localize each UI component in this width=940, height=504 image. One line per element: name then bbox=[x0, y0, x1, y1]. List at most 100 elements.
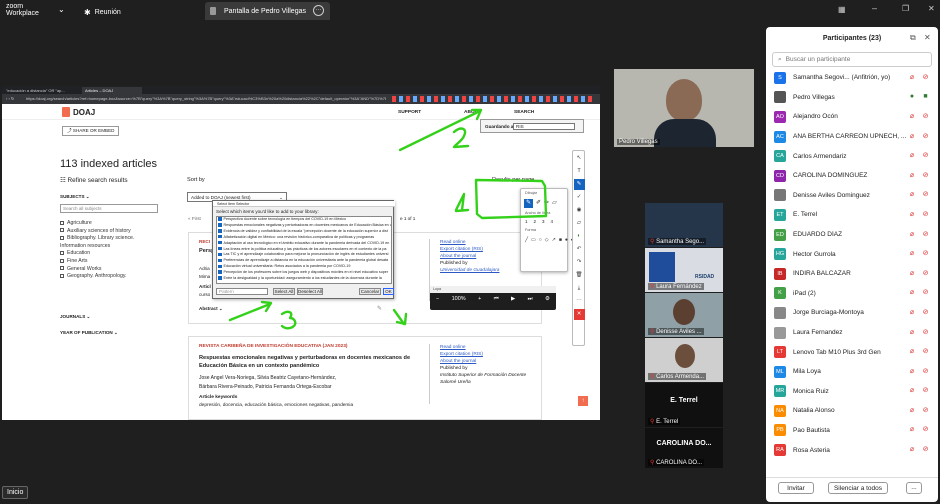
participant-row[interactable]: AO Alejandro Ocón ⌀ ⊘ bbox=[766, 107, 938, 127]
participant-row[interactable]: RA Rosa Asteria ⌀ ⊘ bbox=[766, 440, 938, 460]
participant-row[interactable]: LT Lenovo Tab M10 Plus 3rd Gen ⌀ ⊘ bbox=[766, 342, 938, 362]
participant-face bbox=[666, 79, 702, 121]
minimize-icon[interactable]: – bbox=[872, 3, 877, 13]
start-button[interactable]: Inicio bbox=[2, 486, 29, 499]
divider bbox=[766, 477, 938, 478]
popout-icon[interactable]: ⧉ bbox=[910, 33, 916, 43]
participant-row[interactable]: IB INDIRA BALCÁZAR ⌀ ⊘ bbox=[766, 264, 938, 284]
more-options-icon[interactable]: ··· bbox=[313, 5, 324, 16]
participant-name: Denisse Aviles Dominguez bbox=[793, 191, 870, 199]
camera-off-icon[interactable]: ⊘ bbox=[921, 270, 930, 278]
mic-muted-icon[interactable]: ⌀ bbox=[908, 191, 916, 199]
mic-muted-icon[interactable]: ⌀ bbox=[908, 250, 916, 258]
camera-off-icon[interactable]: ⊘ bbox=[921, 191, 930, 199]
camera-off-icon[interactable]: ⊘ bbox=[921, 446, 930, 454]
participant-row[interactable]: S Samantha Segovi... (Anfitrión, yo) ⌀ ⊘ bbox=[766, 68, 938, 88]
close-icon[interactable]: ✕ bbox=[928, 4, 935, 13]
mic-muted-icon[interactable]: ⌀ bbox=[908, 133, 916, 141]
video-tile-main[interactable]: Pedro Villegas bbox=[614, 69, 754, 147]
mic-muted-icon[interactable]: ⌀ bbox=[908, 270, 916, 278]
close-panel-icon[interactable]: ✕ bbox=[924, 33, 931, 42]
zoom-logo: zoom Workplace bbox=[6, 3, 39, 17]
camera-off-icon[interactable]: ⊘ bbox=[921, 309, 930, 317]
avatar: S bbox=[774, 71, 786, 84]
mic-muted-icon[interactable]: ⌀ bbox=[908, 74, 916, 82]
participant-row[interactable]: KiPad (2) ⌀ ⊘ bbox=[766, 284, 938, 304]
mic-muted-icon[interactable]: ⌀ bbox=[908, 329, 916, 337]
video-tile[interactable]: CAROLINA DO... ⚲ CAROLINA DO... bbox=[645, 428, 723, 468]
participant-name: CAROLINA DOMINGUEZ bbox=[793, 172, 868, 180]
avatar: CA bbox=[774, 150, 786, 163]
mic-on-icon[interactable]: ● bbox=[908, 93, 916, 101]
mic-muted-icon[interactable]: ⌀ bbox=[908, 113, 916, 121]
camera-off-icon[interactable]: ⊘ bbox=[921, 368, 930, 376]
chevron-down-icon[interactable]: ⌄ bbox=[58, 5, 65, 14]
camera-on-icon[interactable]: ■ bbox=[921, 93, 930, 101]
participant-row[interactable]: ML Mila Loya ⌀ ⊘ bbox=[766, 362, 938, 382]
camera-off-icon[interactable]: ⊘ bbox=[921, 426, 930, 434]
avatar: HG bbox=[774, 248, 786, 261]
participant-row[interactable]: Laura Fernandez ⌀ ⊘ bbox=[766, 323, 938, 343]
mic-muted-icon[interactable]: ⌀ bbox=[908, 387, 916, 395]
participant-name: Jorge Burciaga-Montoya bbox=[793, 309, 864, 317]
video-tile[interactable]: ⚲ Carlos Armenda... bbox=[645, 338, 723, 382]
annotation-box bbox=[474, 178, 548, 220]
camera-off-icon[interactable]: ⊘ bbox=[921, 289, 930, 297]
participant-row[interactable]: ET E. Terrel ⌀ ⊘ bbox=[766, 205, 938, 225]
video-tile[interactable]: ⚲ Samantha Sego... bbox=[645, 203, 723, 247]
mute-all-button[interactable]: Silenciar a todos bbox=[828, 482, 888, 494]
camera-off-icon[interactable]: ⊘ bbox=[921, 172, 930, 180]
avatar: K bbox=[774, 287, 786, 300]
participant-row[interactable]: CD CAROLINA DOMINGUEZ ⌀ ⊘ bbox=[766, 166, 938, 186]
mic-muted-icon[interactable]: ⌀ bbox=[908, 426, 916, 434]
mic-muted-icon[interactable]: ⌀ bbox=[908, 152, 916, 160]
camera-off-icon[interactable]: ⊘ bbox=[921, 74, 930, 82]
participant-row[interactable]: NA Natalia Alonso ⌀ ⊘ bbox=[766, 401, 938, 421]
avatar: ET bbox=[774, 208, 786, 221]
mic-muted-icon[interactable]: ⌀ bbox=[908, 407, 916, 415]
camera-off-icon[interactable]: ⊘ bbox=[921, 211, 930, 219]
participant-row[interactable]: CA Carlos Armendariz ⌀ ⊘ bbox=[766, 146, 938, 166]
tab-meeting[interactable]: ✱ Reunión bbox=[84, 8, 121, 17]
participant-row[interactable]: Pedro Villegas ● ■ bbox=[766, 88, 938, 108]
camera-off-icon[interactable]: ⊘ bbox=[921, 387, 930, 395]
mic-muted-icon[interactable]: ⌀ bbox=[908, 231, 916, 239]
video-tile[interactable]: E. Terrel ⚲ E. Terrel bbox=[645, 383, 723, 427]
camera-off-icon[interactable]: ⊘ bbox=[921, 152, 930, 160]
camera-off-icon[interactable]: ⊘ bbox=[921, 113, 930, 121]
camera-off-icon[interactable]: ⊘ bbox=[921, 231, 930, 239]
participant-name: Mila Loya bbox=[793, 368, 821, 376]
avatar: CD bbox=[774, 169, 786, 182]
camera-off-icon[interactable]: ⊘ bbox=[921, 348, 930, 356]
participant-row[interactable]: HG Hector Gurrola ⌀ ⊘ bbox=[766, 244, 938, 264]
avatar: NA bbox=[774, 404, 786, 417]
participant-row[interactable]: PB Pao Bautista ⌀ ⊘ bbox=[766, 421, 938, 441]
tab-share[interactable]: Pantalla de Pedro Villegas ··· bbox=[205, 2, 330, 20]
participant-row[interactable]: Jorge Burciaga-Montoya ⌀ ⊘ bbox=[766, 303, 938, 323]
participant-search-input[interactable]: ⌕ Buscar un participante bbox=[772, 52, 932, 67]
participant-row[interactable]: Denisse Aviles Dominguez ⌀ ⊘ bbox=[766, 186, 938, 206]
search-icon: ⌕ bbox=[778, 55, 782, 63]
participant-row[interactable]: AC ANA BERTHA CARREON UPNECH, ... ⌀ ⊘ bbox=[766, 127, 938, 147]
avatar: RA bbox=[774, 444, 786, 457]
camera-off-icon[interactable]: ⊘ bbox=[921, 133, 930, 141]
video-tile[interactable]: RSIDAD ⚲ Laura Fernández bbox=[645, 248, 723, 292]
mic-muted-icon[interactable]: ⌀ bbox=[908, 309, 916, 317]
camera-off-icon[interactable]: ⊘ bbox=[921, 407, 930, 415]
mic-muted-icon[interactable]: ⌀ bbox=[908, 211, 916, 219]
mic-muted-icon[interactable]: ⌀ bbox=[908, 172, 916, 180]
camera-off-icon[interactable]: ⊘ bbox=[921, 329, 930, 337]
camera-off-icon[interactable]: ⊘ bbox=[921, 250, 930, 258]
maximize-icon[interactable]: ❐ bbox=[902, 4, 909, 13]
mic-muted-icon[interactable]: ⌀ bbox=[908, 368, 916, 376]
more-options-button[interactable]: ... bbox=[906, 482, 922, 494]
mic-muted-icon[interactable]: ⌀ bbox=[908, 446, 916, 454]
video-tile[interactable]: ⚲ Denisse Aviles ... bbox=[645, 293, 723, 337]
participant-row[interactable]: MR Monica Ruiz ⌀ ⊘ bbox=[766, 382, 938, 402]
mic-muted-icon[interactable]: ⌀ bbox=[908, 289, 916, 297]
participant-row[interactable]: ED EDUARDO DÍAZ ⌀ ⊘ bbox=[766, 225, 938, 245]
hand-drawn-annotations bbox=[228, 108, 548, 330]
layout-icon[interactable]: ▦ bbox=[838, 5, 846, 14]
invite-button[interactable]: Invitar bbox=[778, 482, 814, 494]
mic-muted-icon[interactable]: ⌀ bbox=[908, 348, 916, 356]
